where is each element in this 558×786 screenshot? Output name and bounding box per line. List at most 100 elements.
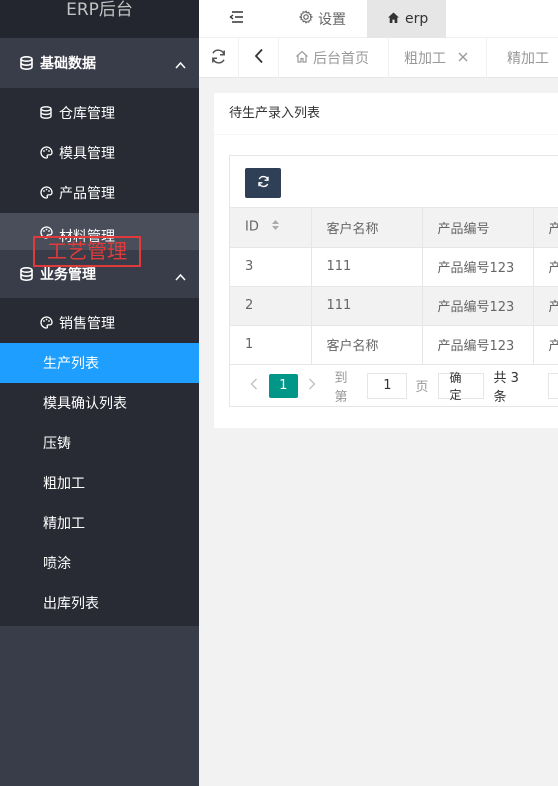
sort-icon[interactable] xyxy=(271,219,280,235)
sidebar-item-spraying[interactable]: 喷涂 xyxy=(0,543,199,583)
goto-label: 到第 xyxy=(334,370,348,405)
sidebar-item-outbound-list[interactable]: 出库列表 xyxy=(0,583,199,623)
sidebar-item-label: 模具管理 xyxy=(59,146,115,162)
sidebar-item-mold-confirm[interactable]: 模具确认列表 xyxy=(0,383,199,423)
sidebar-item-sales[interactable]: 销售管理 xyxy=(0,303,199,343)
database-icon xyxy=(40,106,54,120)
pagination: 1 到第 页 确定 共 3 条 xyxy=(230,365,558,407)
total-count: 共 3 条 xyxy=(493,370,519,405)
tab-label: 粗加工 xyxy=(404,51,446,67)
table-row[interactable]: 3 111 产品编号123 产 xyxy=(230,247,558,287)
tab-home[interactable]: 后台首页 xyxy=(279,38,389,78)
database-icon xyxy=(20,267,34,281)
column-header-product-code[interactable]: 产品编号 xyxy=(422,208,534,248)
sidebar-item-production-list[interactable]: 生产列表 xyxy=(0,343,199,383)
page-unit-label: 页 xyxy=(415,380,429,395)
prev-page-button[interactable] xyxy=(240,372,269,400)
tab-finish-machining[interactable]: 精加工 xyxy=(487,38,558,78)
menu-toggle-button[interactable] xyxy=(229,0,250,38)
sidebar-item-die-casting[interactable]: 压铸 xyxy=(0,423,199,463)
sidebar-item-mold[interactable]: 模具管理 xyxy=(0,133,199,173)
data-table: ID 客户名称 产品编号 产 3 111 产品编号123 xyxy=(229,155,558,407)
sidebar-item-label: 精加工 xyxy=(43,516,85,532)
user-menu[interactable]: erp xyxy=(367,0,446,38)
sidebar-item-label: 喷涂 xyxy=(43,556,71,572)
table-row[interactable]: 2 111 产品编号123 产 xyxy=(230,286,558,326)
drag-overlay-label: 工艺管理 xyxy=(33,236,141,267)
sidebar-item-label: 粗加工 xyxy=(43,476,85,492)
refresh-icon xyxy=(257,175,270,192)
tab-label: 后台首页 xyxy=(313,51,369,67)
main-content: 待生产录入列表 ID 客户名称 产品编号 3 111 产品编号123 2 111… xyxy=(199,78,558,786)
sidebar-item-label: 仓库管理 xyxy=(59,106,115,122)
cell-truncated: 产 xyxy=(533,325,558,365)
page-size-select[interactable] xyxy=(548,372,558,399)
palette-icon xyxy=(40,146,54,160)
cell-product-code: 产品编号123 xyxy=(422,247,534,287)
table-row[interactable]: 1 客户名称 产品编号123 产 xyxy=(230,325,558,365)
column-label: ID xyxy=(245,219,259,235)
sidebar-group-body: 销售管理 生产列表 模具确认列表 压铸 粗加工 精加工 喷涂 出库列表 xyxy=(0,298,199,626)
cell-product-code: 产品编号123 xyxy=(422,325,534,365)
sidebar-item-label: 压铸 xyxy=(43,436,71,452)
goto-confirm-button[interactable]: 确定 xyxy=(438,371,484,402)
logo-area: ERP后台 xyxy=(0,0,199,38)
cell-id: 3 xyxy=(230,247,312,287)
cell-truncated: 产 xyxy=(533,286,558,326)
sidebar-group-label: 基础数据 xyxy=(40,56,96,72)
settings-label: 设置 xyxy=(318,12,346,28)
column-header-customer[interactable]: 客户名称 xyxy=(311,208,423,248)
sidebar-item-label: 销售管理 xyxy=(59,316,115,332)
menu-collapse-icon xyxy=(229,10,250,28)
tab-rough-machining[interactable]: 粗加工 xyxy=(389,38,487,78)
goto-page-input[interactable] xyxy=(367,372,408,399)
palette-icon xyxy=(40,316,54,330)
sidebar-item-label: 生产列表 xyxy=(43,356,99,372)
sidebar-group-basic-data[interactable]: 基础数据 xyxy=(0,38,199,88)
column-header-id[interactable]: ID xyxy=(230,208,312,248)
cell-truncated: 产 xyxy=(533,247,558,287)
sidebar-item-finish-machining[interactable]: 精加工 xyxy=(0,503,199,543)
table-toolbar xyxy=(230,156,558,208)
refresh-icon xyxy=(210,48,227,69)
sidebar-item-label: 产品管理 xyxy=(59,186,115,202)
sidebar-item-label: 出库列表 xyxy=(43,596,99,612)
database-icon xyxy=(20,56,34,70)
cell-id: 1 xyxy=(230,325,312,365)
refresh-tab-button[interactable] xyxy=(199,38,239,78)
current-page[interactable]: 1 xyxy=(268,373,298,398)
app-title: ERP后台 xyxy=(0,0,199,32)
sidebar: ERP后台 基础数据 仓库管理 模具管理 产品管理 材料管理 业务管理 销售管理… xyxy=(0,0,199,786)
chevron-left-icon xyxy=(250,378,258,394)
home-outline-icon xyxy=(295,50,313,67)
tab-label: 精加工 xyxy=(507,51,549,67)
back-tab-button[interactable] xyxy=(239,38,279,78)
cell-id: 2 xyxy=(230,286,312,326)
close-icon[interactable] xyxy=(458,50,468,66)
list-panel: 待生产录入列表 ID 客户名称 产品编号 3 111 产品编号123 2 111… xyxy=(214,93,558,428)
palette-icon xyxy=(40,186,54,200)
reload-button[interactable] xyxy=(245,168,281,198)
sidebar-group-label: 业务管理 xyxy=(40,267,96,283)
sidebar-item-label: 模具确认列表 xyxy=(43,396,127,412)
sidebar-item-product[interactable]: 产品管理 xyxy=(0,173,199,213)
chevron-left-icon xyxy=(254,48,264,68)
cell-product-code: 产品编号123 xyxy=(422,286,534,326)
table-header-row: ID 客户名称 产品编号 产 xyxy=(230,208,558,248)
next-page-button[interactable] xyxy=(298,372,327,400)
settings-menu[interactable]: 设置 xyxy=(298,0,346,38)
table-grid: ID 客户名称 产品编号 产 3 111 产品编号123 xyxy=(230,208,558,365)
user-label: erp xyxy=(405,11,429,27)
cell-customer: 111 xyxy=(311,247,423,287)
chevron-up-icon xyxy=(175,269,186,281)
chevron-right-icon xyxy=(308,378,316,394)
sidebar-item-warehouse[interactable]: 仓库管理 xyxy=(0,93,199,133)
sidebar-group-body: 仓库管理 模具管理 产品管理 材料管理 xyxy=(0,88,199,250)
chevron-up-icon xyxy=(175,57,186,69)
cell-customer: 客户名称 xyxy=(311,325,423,365)
sidebar-item-rough-machining[interactable]: 粗加工 xyxy=(0,463,199,503)
tab-bar: 后台首页 粗加工 精加工 xyxy=(199,38,558,78)
top-header: 设置 erp xyxy=(199,0,558,38)
column-header-truncated[interactable]: 产 xyxy=(533,208,558,248)
cell-customer: 111 xyxy=(311,286,423,326)
